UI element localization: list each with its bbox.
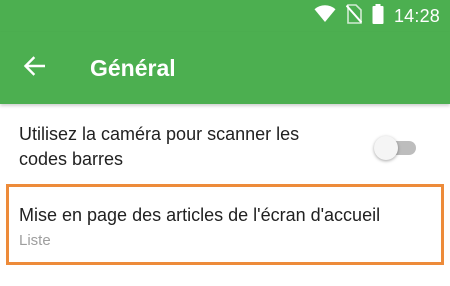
back-button[interactable]	[14, 50, 54, 86]
app-bar: Général	[0, 32, 450, 104]
setting-home-layout-title: Mise en page des articles de l'écran d'a…	[19, 205, 381, 225]
status-icons: 14:28	[314, 0, 440, 32]
page-title: Général	[90, 55, 176, 81]
status-time: 14:28	[393, 5, 440, 26]
battery-icon	[372, 3, 384, 29]
setting-camera-scan-label: Utilisez la caméra pour scanner les code…	[19, 124, 300, 169]
setting-home-layout[interactable]: Mise en page des articles de l'écran d'a…	[6, 184, 444, 265]
no-sim-icon	[345, 3, 363, 29]
status-bar: 14:28	[0, 0, 450, 32]
arrow-back-icon	[23, 55, 46, 81]
setting-home-layout-value: Liste	[19, 232, 51, 249]
camera-scan-toggle[interactable]	[374, 136, 418, 160]
toggle-thumb	[374, 136, 398, 160]
wifi-icon	[314, 4, 336, 28]
